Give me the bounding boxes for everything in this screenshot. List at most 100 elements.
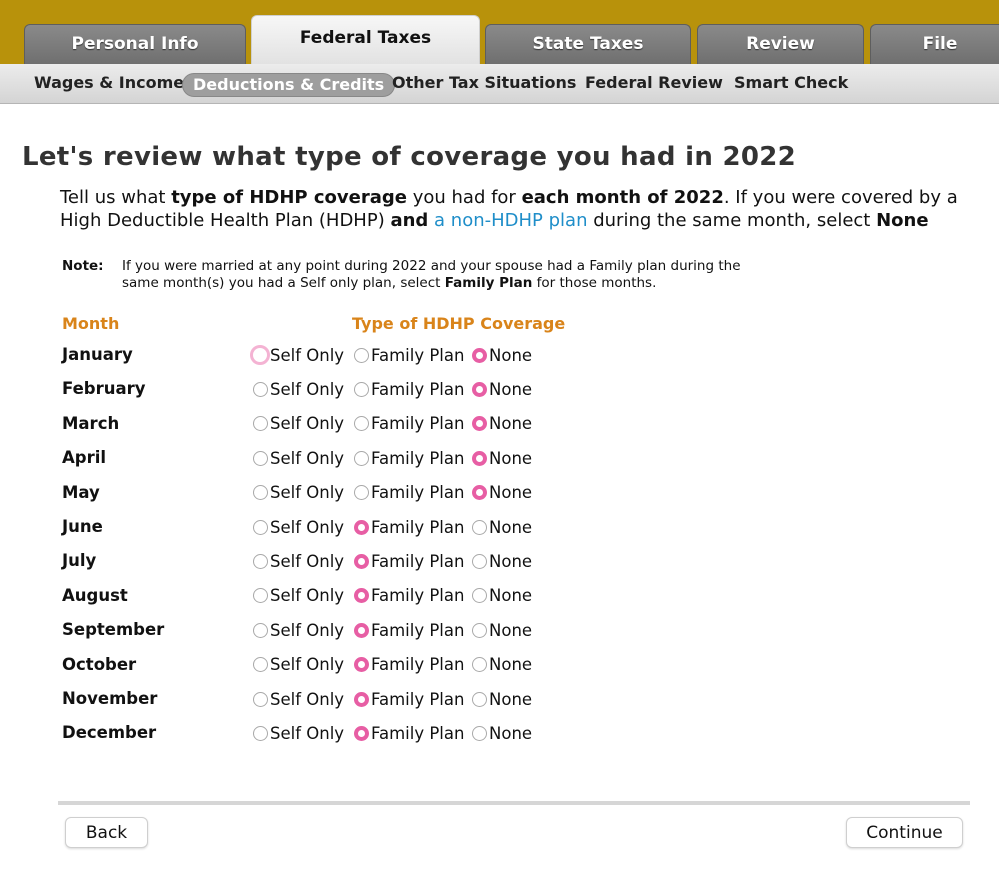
radio-button[interactable]	[354, 622, 369, 638]
coverage-option[interactable]: None	[472, 343, 532, 367]
radio-button[interactable]	[354, 691, 369, 707]
radio-button[interactable]	[472, 657, 487, 673]
coverage-option[interactable]: Self Only	[253, 549, 344, 573]
coverage-option[interactable]: Family Plan	[354, 618, 464, 642]
non-hdhp-plan-link[interactable]: a non-HDHP plan	[434, 210, 587, 231]
radio-button[interactable]	[354, 725, 369, 741]
radio-button[interactable]	[354, 416, 369, 432]
table-row: June Self Only Family Plan None	[0, 513, 999, 543]
tab-personal-info[interactable]: Personal Info	[24, 24, 246, 64]
coverage-option[interactable]: Self Only	[253, 412, 344, 436]
intro-part: Tell us what	[60, 187, 172, 208]
coverage-option[interactable]: Family Plan	[354, 412, 464, 436]
coverage-option[interactable]: Family Plan	[354, 653, 464, 677]
coverage-option[interactable]: None	[472, 618, 532, 642]
tab-state-taxes[interactable]: State Taxes	[485, 24, 691, 64]
radio-button[interactable]	[354, 519, 369, 535]
coverage-option[interactable]: None	[472, 412, 532, 436]
option-label: Self Only	[270, 551, 345, 571]
intro-part: you had for	[406, 187, 522, 208]
coverage-option[interactable]: Family Plan	[354, 515, 464, 539]
subnav-smart-check[interactable]: Smart Check	[734, 73, 848, 92]
option-label: Family Plan	[371, 689, 465, 709]
coverage-option[interactable]: None	[472, 377, 532, 401]
radio-button[interactable]	[253, 381, 268, 397]
radio-button[interactable]	[253, 416, 268, 432]
coverage-option[interactable]: None	[472, 653, 532, 677]
radio-button[interactable]	[472, 588, 487, 604]
month-label: January	[62, 345, 133, 364]
table-row: January Self Only Family Plan None	[0, 341, 999, 371]
subnav-other-tax-situations[interactable]: Other Tax Situations	[392, 73, 576, 92]
intro-part: during the same month, select	[587, 210, 877, 231]
coverage-option[interactable]: None	[472, 446, 532, 470]
coverage-option[interactable]: Self Only	[253, 446, 344, 470]
coverage-option[interactable]: Family Plan	[354, 721, 464, 745]
coverage-option[interactable]: Self Only	[253, 584, 344, 608]
radio-button[interactable]	[472, 485, 487, 501]
coverage-option[interactable]: Self Only	[253, 653, 344, 677]
coverage-option[interactable]: Self Only	[253, 721, 344, 745]
coverage-option[interactable]: Self Only	[250, 343, 344, 367]
tab-file[interactable]: File	[870, 24, 999, 64]
radio-button[interactable]	[354, 450, 369, 466]
subnav-federal-review[interactable]: Federal Review	[585, 73, 723, 92]
note-bold: Family Plan	[444, 275, 533, 291]
tab-federal-taxes[interactable]: Federal Taxes	[251, 15, 480, 64]
radio-button[interactable]	[472, 553, 487, 569]
coverage-option[interactable]: None	[472, 584, 532, 608]
coverage-option[interactable]: Family Plan	[354, 481, 464, 505]
radio-button[interactable]	[354, 588, 369, 604]
radio-button[interactable]	[253, 588, 268, 604]
coverage-option[interactable]: Family Plan	[354, 584, 464, 608]
coverage-option[interactable]: Self Only	[253, 481, 344, 505]
coverage-option[interactable]: None	[472, 481, 532, 505]
coverage-option[interactable]: Self Only	[253, 515, 344, 539]
radio-button[interactable]	[253, 691, 268, 707]
radio-button[interactable]	[253, 485, 268, 501]
coverage-option[interactable]: Family Plan	[354, 377, 464, 401]
subnav-wages-income[interactable]: Wages & Income	[34, 73, 184, 92]
subnav-deductions-credits[interactable]: Deductions & Credits	[182, 73, 396, 97]
radio-button[interactable]	[253, 553, 268, 569]
coverage-option[interactable]: Self Only	[253, 377, 344, 401]
radio-button[interactable]	[250, 345, 270, 365]
table-row: November Self Only Family Plan None	[0, 685, 999, 715]
divider	[58, 801, 970, 805]
radio-button[interactable]	[354, 657, 369, 673]
radio-button[interactable]	[253, 622, 268, 638]
radio-button[interactable]	[472, 347, 487, 363]
radio-button[interactable]	[472, 691, 487, 707]
coverage-option[interactable]: Family Plan	[354, 549, 464, 573]
radio-button[interactable]	[253, 725, 268, 741]
coverage-option[interactable]: None	[472, 515, 532, 539]
option-label: None	[489, 689, 533, 709]
coverage-option[interactable]: Family Plan	[354, 446, 464, 470]
radio-button[interactable]	[472, 622, 487, 638]
radio-button[interactable]	[253, 519, 268, 535]
coverage-option[interactable]: Family Plan	[354, 687, 464, 711]
radio-button[interactable]	[354, 553, 369, 569]
radio-button[interactable]	[472, 725, 487, 741]
radio-button[interactable]	[472, 450, 487, 466]
radio-button[interactable]	[472, 519, 487, 535]
coverage-option[interactable]: Self Only	[253, 687, 344, 711]
radio-button[interactable]	[253, 657, 268, 673]
radio-button[interactable]	[354, 381, 369, 397]
coverage-option[interactable]: None	[472, 549, 532, 573]
coverage-option[interactable]: Self Only	[253, 618, 344, 642]
radio-button[interactable]	[472, 381, 487, 397]
month-label: November	[62, 689, 158, 708]
radio-button[interactable]	[253, 450, 268, 466]
month-label: February	[62, 379, 146, 399]
radio-button[interactable]	[472, 416, 487, 432]
coverage-option[interactable]: None	[472, 687, 532, 711]
back-button[interactable]: Back	[65, 817, 148, 848]
tab-review[interactable]: Review	[697, 24, 864, 64]
coverage-option[interactable]: None	[472, 721, 532, 745]
continue-button[interactable]: Continue	[846, 817, 963, 848]
radio-button[interactable]	[354, 485, 369, 501]
coverage-option[interactable]: Family Plan	[354, 343, 464, 367]
option-label: Self Only	[270, 379, 345, 399]
radio-button[interactable]	[354, 347, 369, 363]
